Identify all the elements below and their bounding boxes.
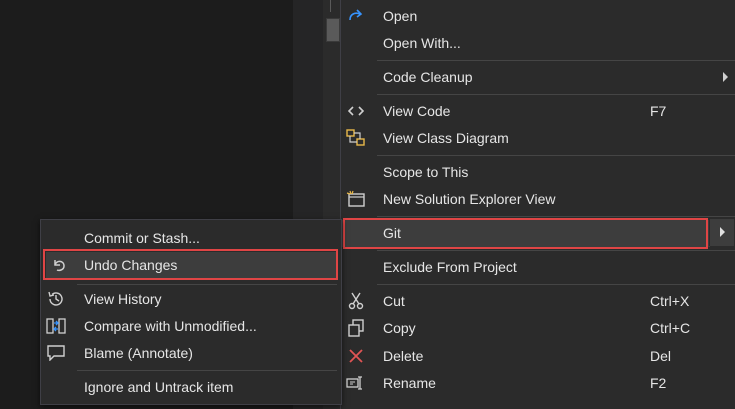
menu-item-open-with[interactable]: Open With... [341,30,735,57]
history-icon [45,288,67,310]
menu-item-exclude-from-project[interactable]: Exclude From Project [341,254,735,281]
menu-item-view-class-diagram[interactable]: View Class Diagram [341,125,735,152]
menu-item-cut[interactable]: Cut Ctrl+X [341,288,735,315]
context-menu: Open Open With... Code Cleanup View Code… [340,0,735,409]
menu-separator [377,216,735,217]
menu-item-label: Code Cleanup [383,69,473,85]
scrollbar-line [330,0,331,12]
submenu-item-blame-annotate[interactable]: Blame (Annotate) [41,340,341,367]
menu-item-scope-to-this[interactable]: Scope to This [341,159,735,186]
submenu-arrow-icon [720,227,725,237]
rename-icon [345,372,367,394]
menu-item-shortcut: Ctrl+X [650,293,690,309]
menu-separator [377,60,735,61]
menu-separator [377,94,735,95]
solution-explorer-view-icon [345,188,367,210]
menu-item-label: Compare with Unmodified... [84,318,257,334]
menu-item-label: New Solution Explorer View [383,191,556,207]
copy-icon [345,317,367,339]
code-brackets-icon [345,100,367,122]
menu-item-shortcut: Ctrl+C [650,320,691,336]
git-submenu: Commit or Stash... Undo Changes View His… [40,219,342,405]
undo-icon [48,254,70,276]
menu-item-code-cleanup[interactable]: Code Cleanup [341,64,735,91]
menu-item-label: Exclude From Project [383,259,517,275]
menu-item-label: Cut [383,293,405,309]
menu-item-view-code[interactable]: View Code F7 [341,98,735,125]
menu-item-label: View History [84,291,162,307]
menu-item-new-solution-explorer-view[interactable]: New Solution Explorer View [341,186,735,213]
menu-item-copy[interactable]: Copy Ctrl+C [341,315,735,342]
menu-item-label: Undo Changes [84,257,178,273]
scissors-icon [345,290,367,312]
submenu-item-compare-with-unmodified[interactable]: Compare with Unmodified... [41,313,341,340]
submenu-arrow-icon [723,72,728,82]
menu-item-rename[interactable]: Rename F2 [341,370,735,397]
menu-item-label: Ignore and Untrack item [84,379,234,395]
menu-item-delete[interactable]: Delete Del [341,343,735,370]
menu-item-git[interactable]: Git [341,220,710,247]
comment-icon [45,342,67,364]
delete-x-icon [345,345,367,367]
compare-icon [45,315,67,337]
menu-item-label: Git [383,225,401,241]
menu-item-label: Copy [383,320,416,336]
git-submenu-arrow-button[interactable] [709,219,734,246]
menu-item-shortcut: Del [650,348,672,364]
menu-item-label: View Class Diagram [383,130,509,146]
menu-item-label: Open [383,8,418,24]
submenu-item-view-history[interactable]: View History [41,286,341,313]
menu-item-shortcut: F7 [650,103,667,119]
menu-item-shortcut: F2 [650,375,667,391]
menu-item-label: Rename [383,375,436,391]
menu-separator [377,284,735,285]
class-diagram-icon [345,127,367,149]
menu-separator [77,370,337,371]
submenu-item-undo-changes[interactable]: Undo Changes [46,252,336,279]
menu-item-label: Open With... [383,35,461,51]
redo-arrow-icon [345,5,367,27]
menu-separator [377,155,735,156]
scrollbar-thumb[interactable] [326,18,340,42]
menu-item-label: View Code [383,103,451,119]
menu-item-label: Delete [383,348,424,364]
submenu-item-ignore-and-untrack[interactable]: Ignore and Untrack item [41,374,341,401]
menu-separator [377,250,735,251]
menu-item-label: Blame (Annotate) [84,345,193,361]
submenu-item-commit-or-stash[interactable]: Commit or Stash... [41,225,341,252]
menu-item-label: Scope to This [383,164,469,180]
menu-item-open[interactable]: Open [341,3,735,30]
menu-separator [77,284,337,285]
menu-item-label: Commit or Stash... [84,230,200,246]
